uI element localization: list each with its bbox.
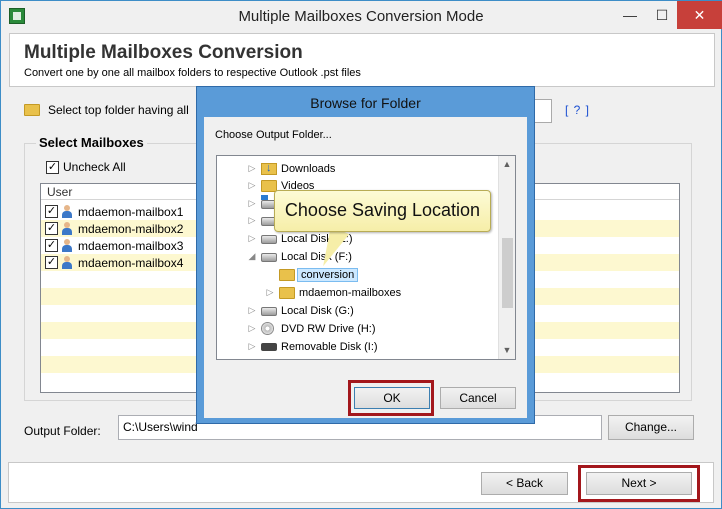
disk-icon: [261, 235, 277, 244]
back-button[interactable]: < Back: [481, 472, 568, 495]
window-title: Multiple Mailboxes Conversion Mode: [238, 8, 484, 25]
user-icon: [61, 256, 73, 269]
folder-tree: ▷ Downloads ▷ Videos ▷ ▷ ▷ Local D: [216, 155, 516, 360]
uncheck-all-label[interactable]: Uncheck All: [63, 160, 126, 174]
expand-arrow-icon[interactable]: ▷: [247, 198, 257, 209]
tree-scrollbar[interactable]: ▲ ▼: [498, 156, 515, 359]
mailbox-name: mdaemon-mailbox4: [78, 256, 184, 270]
dvd-icon: [261, 322, 274, 335]
maximize-button[interactable]: ☐: [647, 1, 677, 29]
expand-arrow-icon[interactable]: ▷: [265, 287, 275, 298]
uncheck-all-checkbox[interactable]: ✓: [46, 161, 59, 174]
folder-icon: [279, 269, 295, 281]
expand-arrow-icon[interactable]: ▷: [247, 233, 257, 244]
folder-icon: [279, 287, 295, 299]
user-icon: [61, 239, 73, 252]
output-folder-label: Output Folder:: [24, 424, 101, 438]
removable-disk-icon: [261, 343, 277, 351]
dialog-body: Choose Output Folder... ▷ Downloads ▷ Vi…: [204, 117, 527, 418]
group-label: Select Mailboxes: [36, 135, 147, 150]
row-checkbox[interactable]: ✓: [45, 205, 58, 218]
expand-arrow-icon[interactable]: ▷: [247, 163, 257, 174]
mailbox-name: mdaemon-mailbox1: [78, 205, 184, 219]
disk-icon: [261, 253, 277, 262]
mailbox-name: mdaemon-mailbox3: [78, 239, 184, 253]
folder-icon: [24, 104, 40, 116]
top-folder-label: Select top folder having all: [48, 103, 189, 117]
callout-text: Choose Saving Location: [284, 200, 481, 220]
download-folder-icon: [261, 162, 277, 175]
user-icon: [61, 205, 73, 218]
dialog-prompt: Choose Output Folder...: [215, 129, 332, 141]
help-link[interactable]: [ ? ]: [565, 103, 590, 117]
next-highlight-box: [578, 465, 700, 502]
expand-arrow-icon[interactable]: ▷: [247, 323, 257, 334]
minimize-button[interactable]: —: [615, 1, 645, 29]
header-panel: Multiple Mailboxes Conversion Convert on…: [9, 33, 715, 87]
collapse-arrow-icon[interactable]: ◢: [247, 251, 257, 262]
callout-bubble: Choose Saving Location: [274, 190, 491, 232]
expand-arrow-icon[interactable]: ▷: [247, 180, 257, 191]
row-checkbox[interactable]: ✓: [45, 222, 58, 235]
ok-highlight-box: [348, 380, 434, 416]
change-button[interactable]: Change...: [608, 415, 694, 440]
expand-arrow-icon[interactable]: ▷: [247, 305, 257, 316]
close-button[interactable]: ✕: [677, 1, 722, 29]
dialog-title: Browse for Folder: [310, 95, 421, 111]
scroll-down-icon[interactable]: ▼: [499, 342, 515, 359]
page-title: Multiple Mailboxes Conversion: [24, 42, 303, 63]
title-bar: Multiple Mailboxes Conversion Mode — ☐ ✕: [1, 1, 722, 31]
user-icon: [61, 222, 73, 235]
page-subtitle: Convert one by one all mailbox folders t…: [24, 67, 361, 79]
expand-arrow-icon[interactable]: ▷: [247, 341, 257, 352]
row-checkbox[interactable]: ✓: [45, 256, 58, 269]
scroll-thumb[interactable]: [502, 238, 513, 308]
cancel-button[interactable]: Cancel: [440, 387, 516, 409]
browse-folder-dialog: Browse for Folder Choose Output Folder..…: [196, 86, 535, 424]
scroll-up-icon[interactable]: ▲: [499, 156, 515, 173]
mailbox-name: mdaemon-mailbox2: [78, 222, 184, 236]
expand-arrow-icon[interactable]: ▷: [247, 215, 257, 226]
disk-icon: [261, 307, 277, 316]
row-checkbox[interactable]: ✓: [45, 239, 58, 252]
